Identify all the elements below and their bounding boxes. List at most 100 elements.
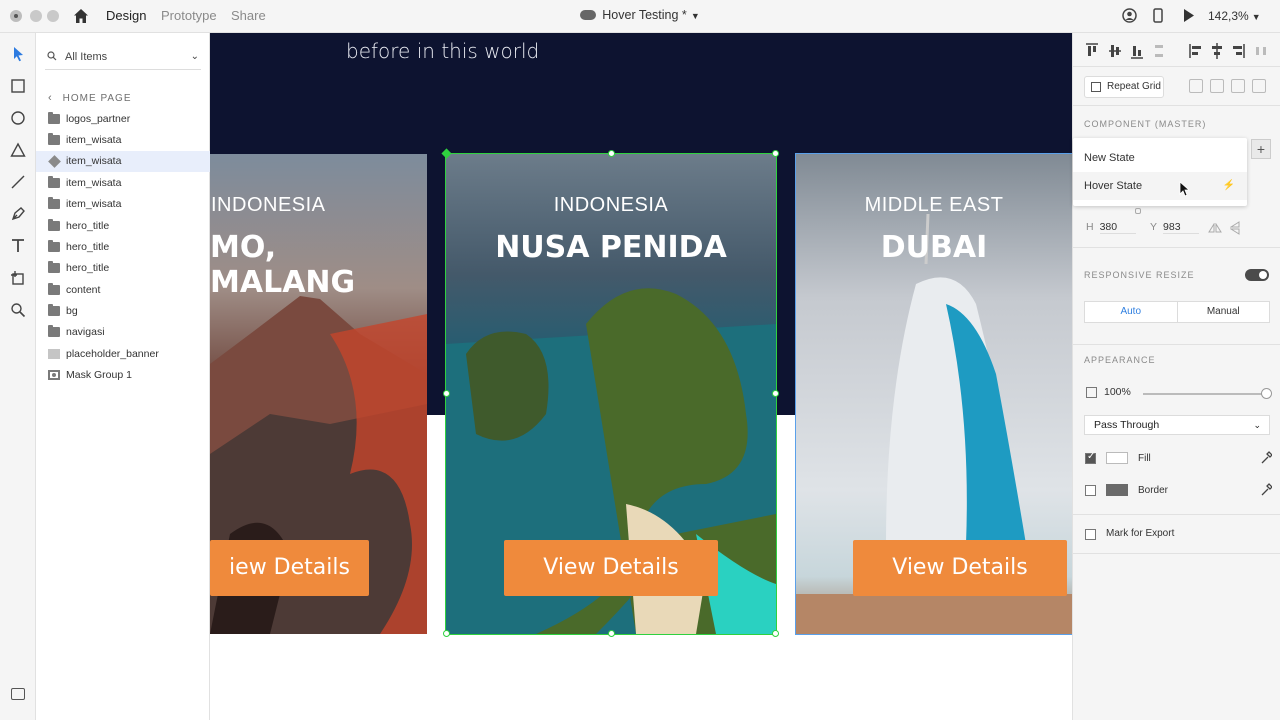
boolean-subtract-icon[interactable] bbox=[1210, 79, 1224, 93]
boolean-intersect-icon[interactable] bbox=[1231, 79, 1245, 93]
select-tool-icon[interactable] bbox=[9, 45, 27, 63]
card-malang[interactable]: INDONESIA MO, MALANG iew Details bbox=[210, 154, 427, 634]
fill-swatch[interactable] bbox=[1106, 452, 1128, 464]
opacity-field[interactable]: 100% bbox=[1084, 386, 1131, 398]
selection-handle[interactable] bbox=[608, 630, 615, 637]
design-canvas[interactable]: before in this world INDONESIA MO, MALAN… bbox=[210, 33, 1072, 720]
folder-icon bbox=[48, 283, 60, 295]
layer-label: navigasi bbox=[66, 326, 105, 338]
card-city: DUBAI bbox=[880, 230, 988, 265]
lock-icon[interactable] bbox=[1135, 208, 1141, 214]
resize-manual-option[interactable]: Manual bbox=[1178, 302, 1270, 322]
border-label: Border bbox=[1138, 485, 1169, 496]
selection-handle[interactable] bbox=[772, 630, 779, 637]
card-dubai[interactable]: MIDDLE EAST DUBAI View Details bbox=[795, 153, 1072, 635]
artboard-tool-icon[interactable] bbox=[9, 269, 27, 287]
layer-item[interactable]: navigasi bbox=[36, 322, 210, 343]
layers-filter[interactable]: All Items ⌄ bbox=[45, 48, 201, 70]
align-middle-icon[interactable] bbox=[1108, 42, 1122, 60]
blend-mode-select[interactable]: Pass Through ⌄ bbox=[1084, 415, 1270, 435]
align-top-icon[interactable] bbox=[1085, 42, 1099, 60]
view-details-button[interactable]: iew Details bbox=[210, 540, 369, 596]
tool-bar bbox=[0, 33, 36, 720]
panel-toggle-icon[interactable] bbox=[11, 688, 25, 700]
rectangle-tool-icon[interactable] bbox=[9, 77, 27, 95]
card-nusa-penida[interactable]: INDONESIA NUSA PENIDA View Details bbox=[445, 153, 777, 635]
pen-tool-icon[interactable] bbox=[9, 205, 27, 223]
selection-handle[interactable] bbox=[443, 390, 450, 397]
layer-item[interactable]: content bbox=[36, 280, 210, 301]
height-field[interactable]: H 380 bbox=[1086, 221, 1136, 234]
play-icon[interactable] bbox=[1183, 8, 1195, 23]
folder-icon bbox=[48, 112, 60, 124]
align-left-icon[interactable] bbox=[1188, 42, 1202, 60]
card-city: NUSA PENIDA bbox=[495, 230, 727, 265]
y-value: 983 bbox=[1163, 221, 1200, 234]
layer-item[interactable]: placeholder_banner bbox=[36, 344, 210, 365]
user-icon[interactable] bbox=[1122, 8, 1137, 23]
zoom-level[interactable]: 142,3% ▼ bbox=[1208, 9, 1261, 23]
flip-horizontal-icon[interactable] bbox=[1208, 223, 1222, 233]
mark-for-export[interactable]: Mark for Export bbox=[1084, 528, 1174, 540]
layer-item[interactable]: item_wisata bbox=[36, 130, 210, 151]
layer-label: item_wisata bbox=[66, 177, 122, 189]
artboard: before in this world INDONESIA MO, MALAN… bbox=[210, 33, 1072, 720]
eyedropper-icon[interactable] bbox=[1260, 451, 1272, 465]
fill-checkbox[interactable] bbox=[1085, 451, 1096, 464]
chevron-down-icon: ⌄ bbox=[1253, 420, 1261, 430]
layer-item[interactable]: item_wisata bbox=[36, 173, 210, 194]
layer-label: item_wisata bbox=[66, 155, 122, 167]
view-details-button[interactable]: View Details bbox=[504, 540, 718, 596]
layer-label: logos_partner bbox=[66, 113, 131, 125]
eyedropper-icon[interactable] bbox=[1260, 483, 1272, 497]
boolean-exclude-icon[interactable] bbox=[1252, 79, 1266, 93]
add-state-button[interactable]: + bbox=[1251, 139, 1271, 159]
layer-item[interactable]: logos_partner bbox=[36, 109, 210, 130]
opacity-slider[interactable] bbox=[1143, 388, 1272, 399]
line-tool-icon[interactable] bbox=[9, 173, 27, 191]
selection-handle[interactable] bbox=[772, 150, 779, 157]
align-center-icon[interactable] bbox=[1210, 42, 1224, 60]
slider-knob[interactable] bbox=[1261, 388, 1272, 399]
chevron-down-icon: ▼ bbox=[1251, 12, 1261, 22]
border-checkbox[interactable] bbox=[1085, 485, 1096, 496]
align-right-icon[interactable] bbox=[1232, 42, 1246, 60]
polygon-tool-icon[interactable] bbox=[9, 141, 27, 159]
document-title[interactable]: Hover Testing * ▼ bbox=[0, 8, 1280, 22]
layer-label: Mask Group 1 bbox=[66, 369, 132, 381]
layer-item[interactable]: hero_title bbox=[36, 237, 210, 258]
card-region: INDONESIA bbox=[211, 194, 326, 216]
selection-handle[interactable] bbox=[443, 630, 450, 637]
layer-item[interactable]: hero_title bbox=[36, 258, 210, 279]
resize-auto-option[interactable]: Auto bbox=[1085, 302, 1178, 322]
align-bottom-icon[interactable] bbox=[1130, 42, 1144, 60]
text-tool-icon[interactable] bbox=[9, 237, 27, 255]
back-to-home-page[interactable]: ‹ HOME PAGE bbox=[48, 92, 132, 104]
export-checkbox[interactable] bbox=[1085, 529, 1096, 540]
device-preview-icon[interactable] bbox=[1153, 8, 1163, 23]
layer-item[interactable]: item_wisata bbox=[36, 194, 210, 215]
layer-item[interactable]: Mask Group 1 bbox=[36, 365, 210, 386]
new-state-item[interactable]: New State bbox=[1073, 144, 1247, 172]
distribute-horizontal-icon[interactable] bbox=[1254, 42, 1268, 60]
distribute-vertical-icon[interactable] bbox=[1152, 42, 1166, 60]
ellipse-tool-icon[interactable] bbox=[9, 109, 27, 127]
repeat-grid-button[interactable]: Repeat Grid bbox=[1084, 76, 1164, 98]
view-details-button[interactable]: View Details bbox=[853, 540, 1067, 596]
zoom-tool-icon[interactable] bbox=[9, 301, 27, 319]
selection-handle[interactable] bbox=[772, 390, 779, 397]
card-region: MIDDLE EAST bbox=[864, 194, 1004, 216]
responsive-resize-toggle[interactable] bbox=[1245, 269, 1269, 281]
border-swatch[interactable] bbox=[1106, 484, 1128, 496]
selection-handle[interactable] bbox=[608, 150, 615, 157]
layer-item-selected[interactable]: item_wisata bbox=[36, 151, 210, 172]
layer-item[interactable]: bg bbox=[36, 301, 210, 322]
boolean-add-icon[interactable] bbox=[1189, 79, 1203, 93]
folder-icon bbox=[48, 304, 60, 316]
y-field[interactable]: Y 983 bbox=[1150, 221, 1200, 234]
layer-item[interactable]: hero_title bbox=[36, 216, 210, 237]
states-menu: New State Hover State ⚡ bbox=[1073, 138, 1247, 206]
flip-vertical-icon[interactable] bbox=[1230, 221, 1240, 235]
hover-state-item[interactable]: Hover State ⚡ bbox=[1073, 172, 1247, 200]
layer-label: hero_title bbox=[66, 262, 110, 274]
